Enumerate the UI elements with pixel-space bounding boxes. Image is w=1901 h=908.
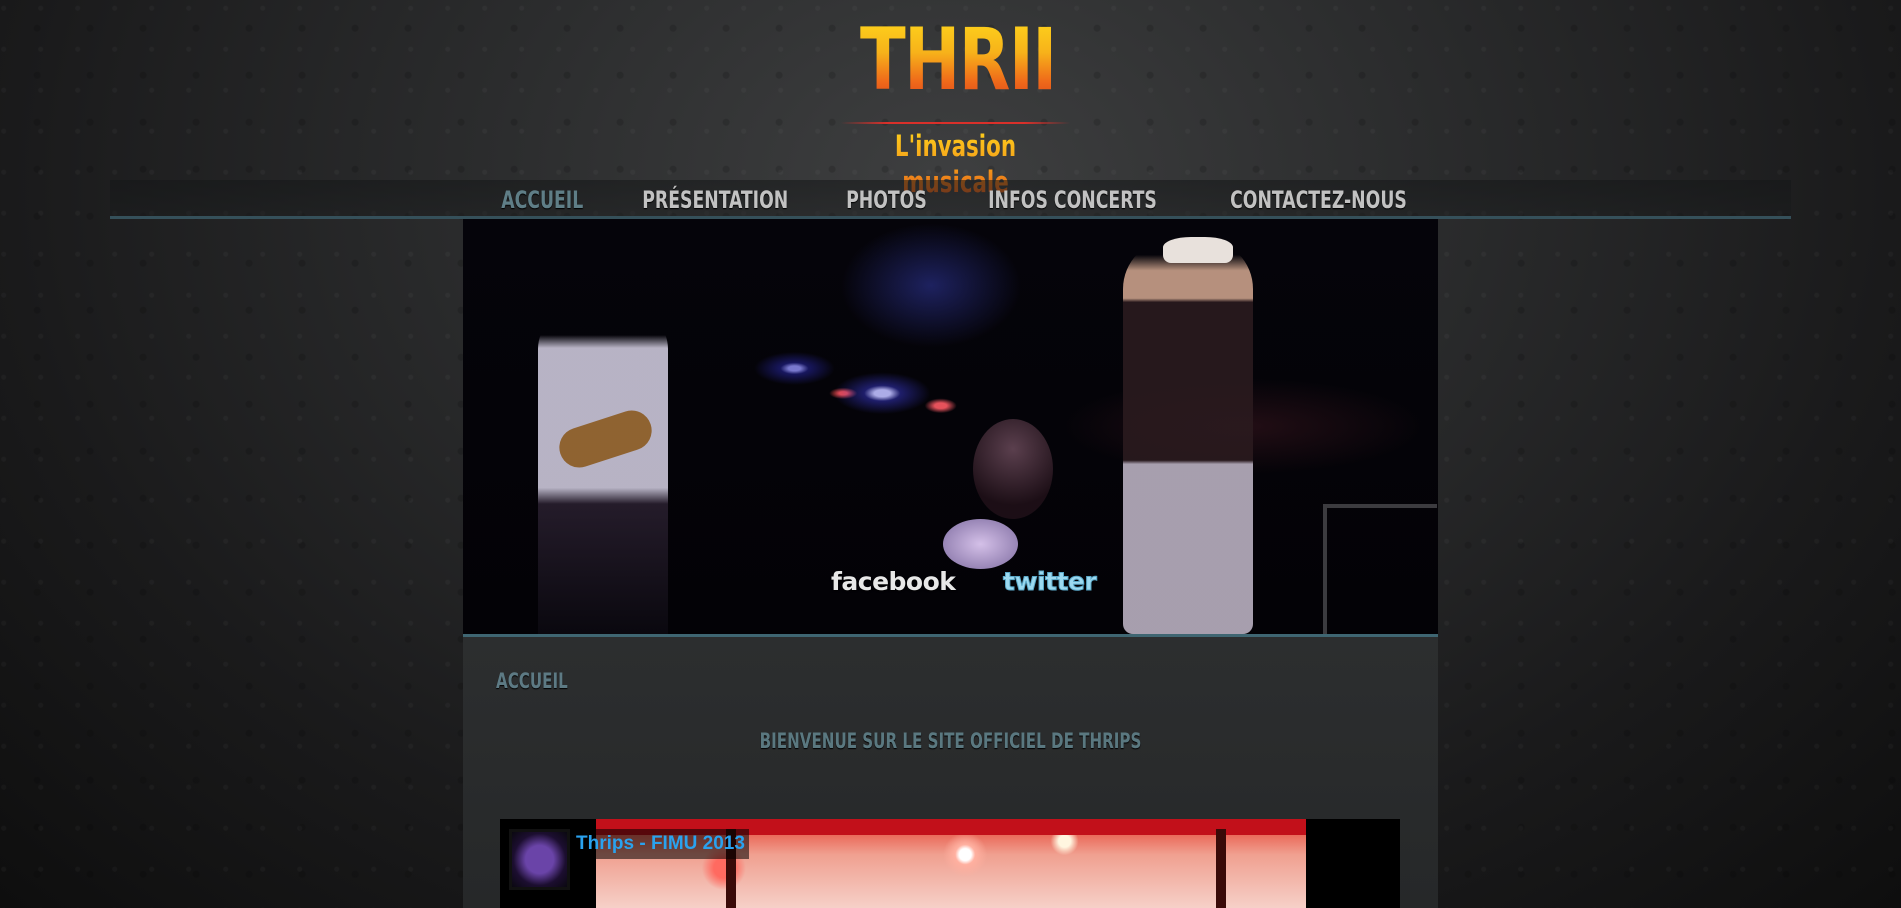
main-navigation-bar: ACCUEIL PRÉSENTATION PHOTOS INFOS CONCER…	[110, 180, 1791, 219]
nav-item-photos[interactable]: PHOTOS	[834, 180, 939, 216]
main-content: ACCUEIL BIENVENUE SUR LE SITE OFFICIEL D…	[463, 637, 1438, 908]
guitarist-figure	[1123, 239, 1253, 634]
welcome-heading: BIENVENUE SUR LE SITE OFFICIEL DE THRIPS	[759, 729, 1142, 753]
nav-item-contactez-nous[interactable]: CONTACTEZ-NOUS	[1218, 180, 1419, 216]
main-navigation: ACCUEIL PRÉSENTATION PHOTOS INFOS CONCER…	[110, 180, 1791, 216]
logo-title: THRIPS	[859, 10, 1128, 110]
video-title-link[interactable]: Thrips - FIMU 2013	[572, 829, 749, 859]
video-player[interactable]: Thrips - FIMU 2013	[500, 819, 1400, 908]
nav-item-infos-concerts[interactable]: INFOS CONCERTS	[976, 180, 1169, 216]
drum-figure	[943, 519, 1018, 569]
facebook-link[interactable]: facebook	[831, 567, 956, 596]
site-logo[interactable]: THRIPS L'invasion musicale	[833, 10, 1128, 199]
drummer-figure	[973, 419, 1053, 519]
bassist-figure	[538, 309, 668, 634]
twitter-link[interactable]: twitter	[1002, 567, 1097, 597]
page-title: ACCUEIL	[496, 669, 568, 693]
hero-band-photo: facebook twitter	[463, 219, 1438, 634]
nav-item-accueil[interactable]: ACCUEIL	[489, 180, 595, 216]
nav-item-presentation[interactable]: PRÉSENTATION	[630, 180, 800, 216]
hat-figure	[1163, 237, 1233, 263]
logo-divider	[841, 122, 1070, 124]
page: THRIPS L'invasion musicale ACCUEIL PRÉSE…	[0, 0, 1901, 908]
channel-avatar[interactable]	[509, 829, 570, 890]
bandstand-column	[1216, 829, 1226, 908]
stage-rail	[1323, 504, 1437, 634]
